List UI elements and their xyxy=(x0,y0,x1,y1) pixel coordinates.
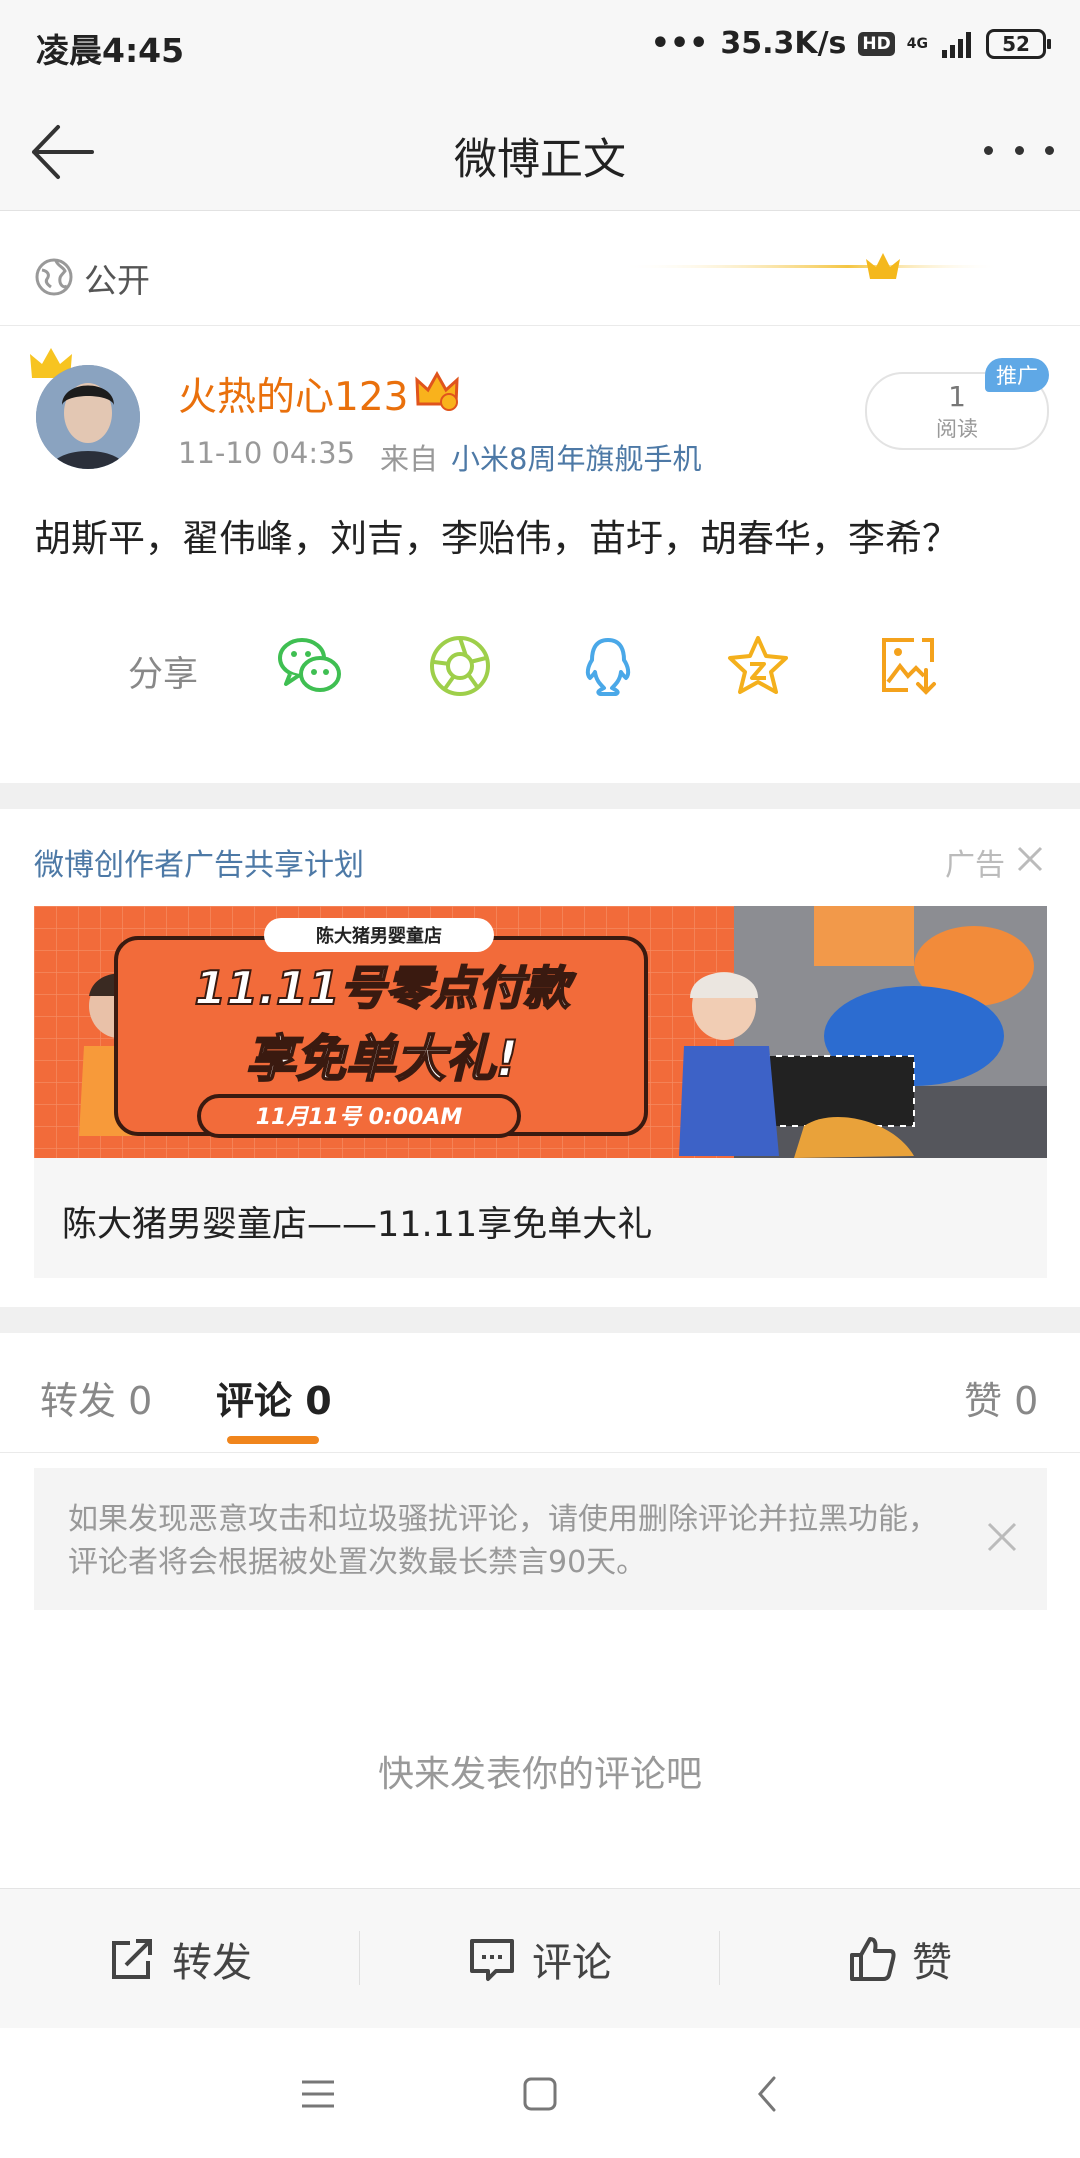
save-image-button[interactable] xyxy=(874,632,942,700)
ad-close-button[interactable] xyxy=(1016,845,1044,873)
system-back-button[interactable] xyxy=(744,2070,792,2118)
tab-repost[interactable]: 转发 0 xyxy=(40,1370,152,1425)
user-name[interactable]: 火热的心123 xyxy=(178,366,408,422)
crown-decoration-icon xyxy=(620,253,1000,279)
tab-comment-label: 评论 xyxy=(216,1379,293,1423)
ad-time-tag: 11月11号 0:00AM xyxy=(256,1105,463,1130)
repost-button[interactable]: 转发 xyxy=(0,1889,360,2029)
page-title: 微博正文 xyxy=(454,135,626,185)
network-type: 4G xyxy=(906,35,928,52)
comment-notice: 如果发现恶意攻击和垃圾骚扰评论，请使用删除评论并拉黑功能，评论者将会根据被处置次… xyxy=(34,1468,1047,1610)
system-nav-bar xyxy=(0,2028,1080,2158)
like-button[interactable]: 赞 xyxy=(720,1889,1080,2029)
status-bar: 凌晨4:45 ••• 35.3K/s HD 4G 52 xyxy=(0,0,1080,95)
status-time: 凌晨4:45 xyxy=(36,31,185,70)
like-label: 赞 xyxy=(912,1940,952,1986)
moments-icon xyxy=(430,636,490,696)
share-favorite-button[interactable] xyxy=(724,632,792,700)
qq-icon xyxy=(585,638,631,696)
close-icon xyxy=(1017,846,1043,872)
favorite-star-icon xyxy=(728,636,788,694)
more-dot-icon xyxy=(1014,145,1024,155)
more-dot-icon xyxy=(1045,145,1054,155)
network-speed: 35.3K/s xyxy=(720,26,847,61)
ad-store-tag: 陈大猪男婴童店 xyxy=(316,925,442,947)
ad-headline-2: 享免单大礼! xyxy=(246,1030,519,1088)
post-time: 11-10 04:35 xyxy=(178,436,356,470)
ad-title: 陈大猪男婴童店——11.11享免单大礼 xyxy=(62,1205,653,1245)
thumbs-up-icon xyxy=(850,1937,896,1981)
home-square-icon xyxy=(523,2077,557,2111)
nav-bar: 微博正文 xyxy=(0,95,1080,211)
more-options-button[interactable] xyxy=(984,125,1054,175)
post-from-prefix: 来自 xyxy=(380,442,439,476)
read-label: 阅读 xyxy=(936,417,978,441)
ad-label: 广告 xyxy=(945,848,1005,883)
post-source-link[interactable]: 小米8周年旗舰手机 xyxy=(451,436,701,478)
comment-label: 评论 xyxy=(532,1940,612,1986)
repost-label: 转发 xyxy=(172,1940,252,1986)
close-icon xyxy=(987,1522,1017,1552)
tab-repost-count: 0 xyxy=(128,1379,153,1423)
tab-like-count: 0 xyxy=(1014,1379,1039,1423)
more-status-icon: ••• xyxy=(650,26,709,61)
signal-icon xyxy=(942,31,971,58)
ad-banner[interactable]: 陈大猪男婴童店 11.11号零点付款 享免单大礼! 11月11号 0:00AM xyxy=(34,906,1047,1158)
visibility-label: 公开 xyxy=(84,261,150,300)
globe-icon xyxy=(35,258,73,296)
tabs-border xyxy=(0,1452,1080,1453)
section-divider xyxy=(0,1307,1080,1333)
visibility-strip: 公开 xyxy=(0,227,1080,326)
tab-like-label: 赞 xyxy=(964,1379,1003,1423)
share-moments-button[interactable] xyxy=(426,632,494,700)
tab-like[interactable]: 赞 0 xyxy=(964,1370,1038,1425)
wechat-icon xyxy=(278,638,341,692)
notice-text: 如果发现恶意攻击和垃圾骚扰评论，请使用删除评论并拉黑功能，评论者将会根据被处置次… xyxy=(68,1502,938,1580)
comment-icon xyxy=(470,1939,514,1981)
status-indicators: ••• 35.3K/s HD 4G 52 xyxy=(650,26,1051,61)
repost-icon xyxy=(112,1939,152,1979)
avatar[interactable] xyxy=(36,365,140,469)
tab-comment[interactable]: 评论 0 xyxy=(216,1370,332,1425)
share-qq-button[interactable] xyxy=(574,632,642,700)
ad-header[interactable]: 微博创作者广告共享计划 xyxy=(34,840,364,884)
battery-icon: 52 xyxy=(986,28,1051,59)
save-image-icon xyxy=(882,638,936,695)
section-divider xyxy=(0,783,1080,809)
share-wechat-button[interactable] xyxy=(276,632,344,700)
menu-icon xyxy=(302,2080,334,2108)
notice-close-button[interactable] xyxy=(985,1520,1019,1554)
more-dot-icon xyxy=(984,145,993,155)
promo-tag: 推广 xyxy=(985,358,1049,392)
vip-crown-icon[interactable] xyxy=(414,368,460,412)
post-text: 胡斯平，翟伟峰，刘吉，李贻伟，苗圩，胡春华，李希？ xyxy=(34,517,959,560)
tab-repost-label: 转发 xyxy=(40,1379,117,1423)
action-bar: 转发 评论 赞 xyxy=(0,1888,1080,2029)
hd-badge: HD xyxy=(858,31,895,56)
ad-headline-1: 11.11号零点付款 xyxy=(194,961,577,1015)
tab-comment-count: 0 xyxy=(305,1379,332,1423)
recent-apps-button[interactable] xyxy=(294,2070,342,2118)
empty-comments-text: 快来发表你的评论吧 xyxy=(377,1754,702,1795)
chevron-left-icon xyxy=(758,2076,776,2112)
share-label: 分享 xyxy=(128,655,199,695)
avatar-image xyxy=(36,365,140,469)
home-button[interactable] xyxy=(516,2070,564,2118)
comment-button[interactable]: 评论 xyxy=(360,1889,720,2029)
ad-footer[interactable]: 陈大猪男婴童店——11.11享免单大礼 xyxy=(34,1158,1047,1278)
ad-banner-image: 陈大猪男婴童店 11.11号零点付款 享免单大礼! 11月11号 0:00AM xyxy=(34,906,1047,1158)
tab-active-indicator xyxy=(227,1436,319,1444)
